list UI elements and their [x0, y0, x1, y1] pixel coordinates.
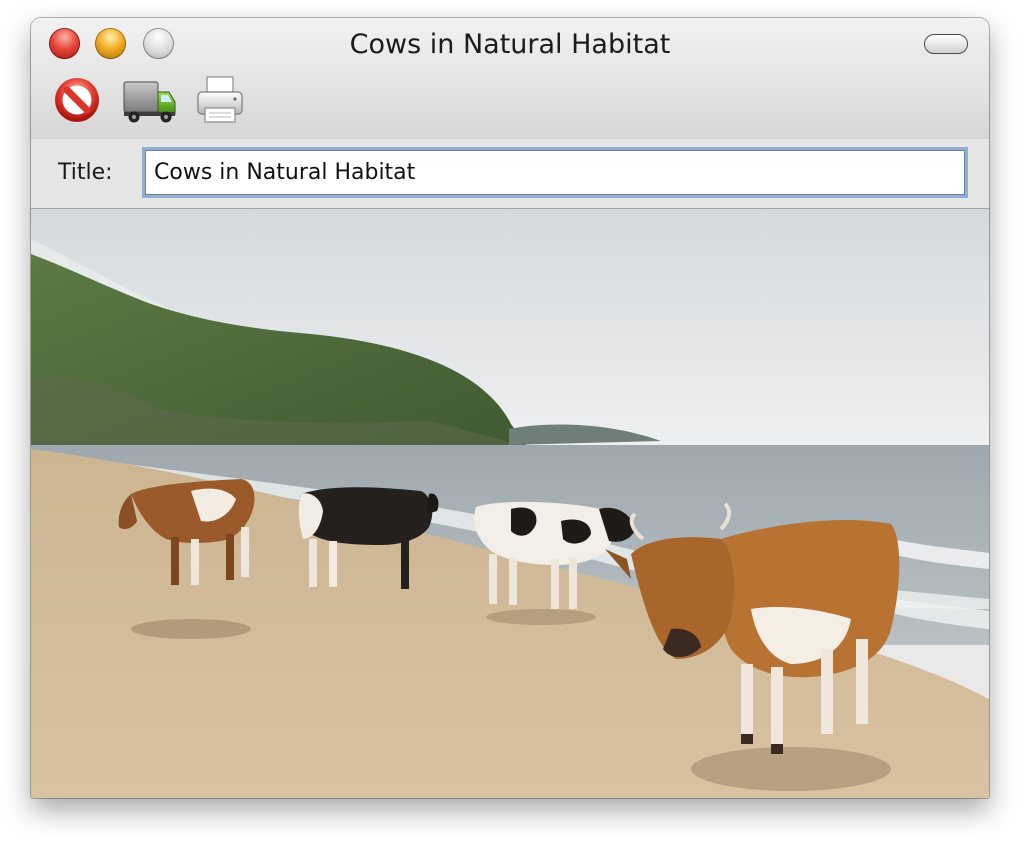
cows-on-beach-photo [31, 209, 989, 798]
stop-button[interactable] [52, 74, 102, 126]
deliver-button[interactable] [121, 74, 177, 126]
document-window: Cows in Natural Habitat Title: Cows in N… [31, 18, 989, 798]
title-input[interactable] [145, 150, 965, 195]
truck-icon [123, 81, 176, 123]
window-titlebar[interactable]: Cows in Natural Habitat [31, 18, 989, 140]
print-button[interactable] [195, 74, 245, 126]
title-label: Title: [58, 160, 113, 185]
no-entry-icon [55, 78, 99, 122]
toolbar-toggle-button[interactable] [924, 34, 968, 54]
printer-icon [197, 76, 243, 123]
title-row: Title: [31, 139, 989, 209]
window-title: Cows in Natural Habitat [349, 29, 671, 60]
